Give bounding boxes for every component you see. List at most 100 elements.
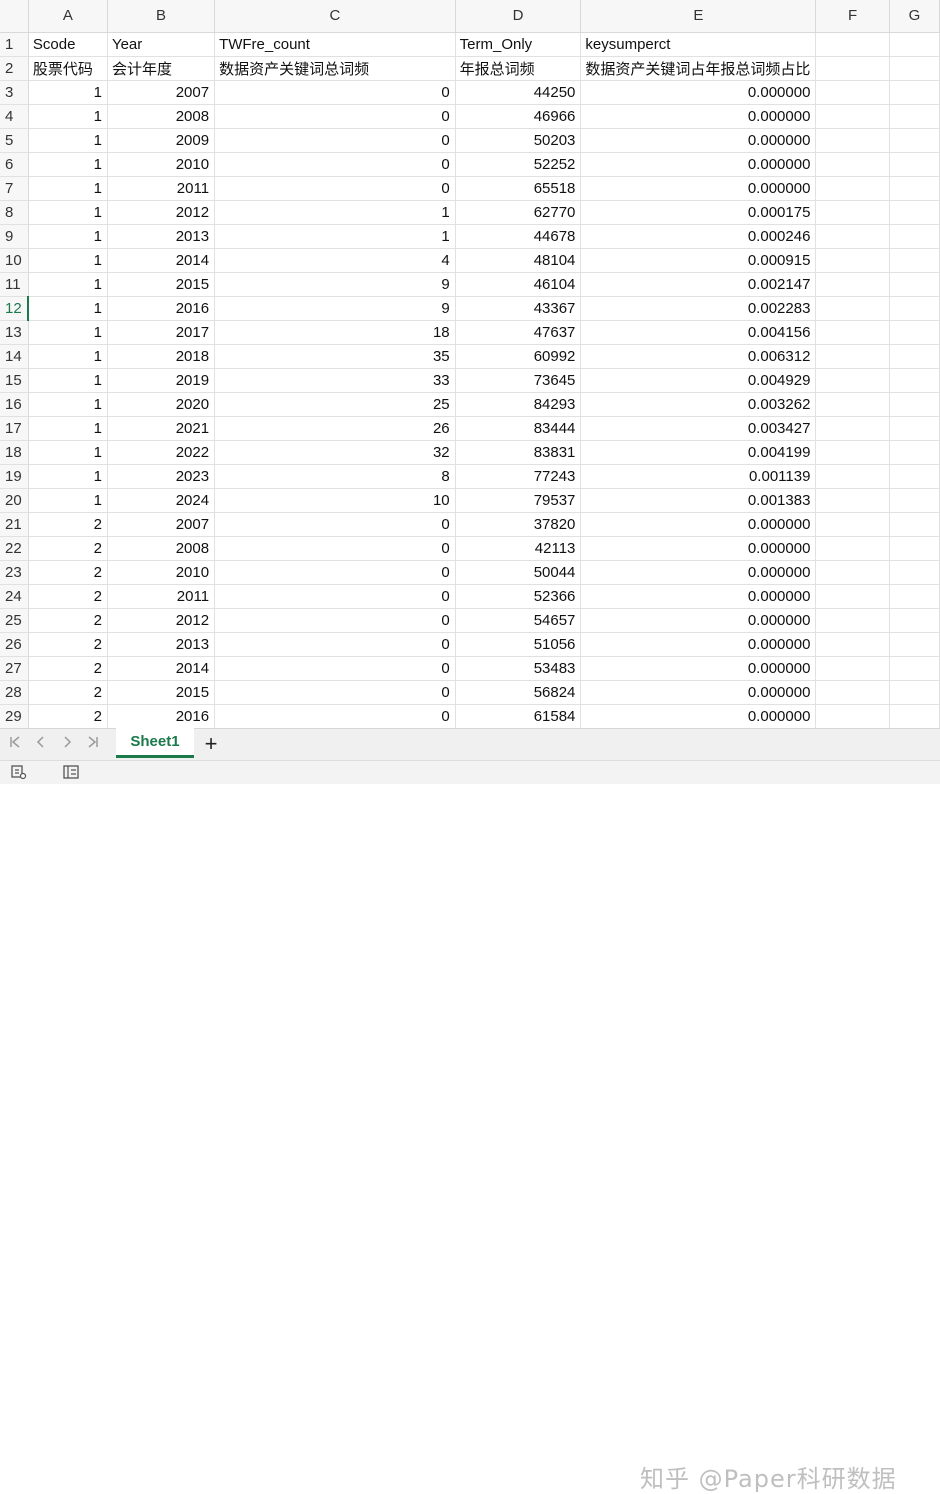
cell-f[interactable] bbox=[815, 224, 890, 249]
cell-e[interactable]: 0.001139 bbox=[580, 464, 817, 489]
row-header[interactable]: 19 bbox=[0, 464, 29, 489]
cell-b[interactable]: 2012 bbox=[107, 608, 216, 633]
row-header[interactable]: 2 bbox=[0, 56, 29, 81]
cell-g[interactable] bbox=[889, 344, 940, 369]
cell-b[interactable]: 2014 bbox=[107, 656, 216, 681]
cell-b[interactable]: 2016 bbox=[107, 704, 216, 728]
cell-b[interactable]: 2008 bbox=[107, 536, 216, 561]
cell-f[interactable] bbox=[815, 176, 890, 201]
cell-d[interactable]: 44250 bbox=[455, 80, 582, 105]
column-header-a[interactable]: A bbox=[28, 0, 108, 33]
cell-a[interactable]: 1 bbox=[28, 488, 108, 513]
row-header[interactable]: 20 bbox=[0, 488, 29, 513]
cell-b[interactable]: 2013 bbox=[107, 632, 216, 657]
row-header[interactable]: 16 bbox=[0, 392, 29, 417]
cell-a[interactable]: 1 bbox=[28, 200, 108, 225]
cell-f[interactable] bbox=[815, 632, 890, 657]
cell-a[interactable]: 1 bbox=[28, 368, 108, 393]
cell-g[interactable] bbox=[889, 368, 940, 393]
row-header[interactable]: 22 bbox=[0, 536, 29, 561]
cell-e[interactable]: keysumperct bbox=[580, 32, 817, 57]
cell-d[interactable]: 46104 bbox=[455, 272, 582, 297]
cell-e[interactable]: 0.003427 bbox=[580, 416, 817, 441]
cell-c[interactable]: 0 bbox=[214, 128, 456, 153]
cell-d[interactable]: 73645 bbox=[455, 368, 582, 393]
cell-b[interactable]: 2010 bbox=[107, 560, 216, 585]
row-header[interactable]: 10 bbox=[0, 248, 29, 273]
prev-sheet-icon[interactable] bbox=[32, 735, 50, 753]
column-header-g[interactable]: G bbox=[889, 0, 940, 33]
cell-f[interactable] bbox=[815, 56, 890, 81]
cell-c[interactable]: TWFre_count bbox=[214, 32, 456, 57]
cell-b[interactable]: 2012 bbox=[107, 200, 216, 225]
cell-g[interactable] bbox=[889, 512, 940, 537]
cell-e[interactable]: 0.004199 bbox=[580, 440, 817, 465]
cell-e[interactable]: 0.004929 bbox=[580, 368, 817, 393]
cell-c[interactable]: 9 bbox=[214, 296, 456, 321]
cell-f[interactable] bbox=[815, 416, 890, 441]
cell-d[interactable]: 47637 bbox=[455, 320, 582, 345]
cell-f[interactable] bbox=[815, 392, 890, 417]
row-header[interactable]: 5 bbox=[0, 128, 29, 153]
cell-g[interactable] bbox=[889, 704, 940, 728]
cell-a[interactable]: 1 bbox=[28, 320, 108, 345]
row-header[interactable]: 9 bbox=[0, 224, 29, 249]
cell-f[interactable] bbox=[815, 80, 890, 105]
cell-g[interactable] bbox=[889, 536, 940, 561]
cell-g[interactable] bbox=[889, 632, 940, 657]
cell-c[interactable]: 1 bbox=[214, 224, 456, 249]
cell-b[interactable]: 2021 bbox=[107, 416, 216, 441]
cell-b[interactable]: 2015 bbox=[107, 272, 216, 297]
cell-e[interactable]: 0.006312 bbox=[580, 344, 817, 369]
cell-c[interactable]: 18 bbox=[214, 320, 456, 345]
cell-f[interactable] bbox=[815, 560, 890, 585]
cell-f[interactable] bbox=[815, 200, 890, 225]
cell-c[interactable]: 4 bbox=[214, 248, 456, 273]
cell-d[interactable]: 37820 bbox=[455, 512, 582, 537]
cell-b[interactable]: 2017 bbox=[107, 320, 216, 345]
cell-a[interactable]: 2 bbox=[28, 680, 108, 705]
cell-c[interactable]: 35 bbox=[214, 344, 456, 369]
row-header[interactable]: 1 bbox=[0, 32, 29, 57]
cell-e[interactable]: 0.000000 bbox=[580, 536, 817, 561]
cell-b[interactable]: 2013 bbox=[107, 224, 216, 249]
cell-c[interactable]: 0 bbox=[214, 104, 456, 129]
cell-b[interactable]: 2009 bbox=[107, 128, 216, 153]
cell-a[interactable]: 2 bbox=[28, 608, 108, 633]
cell-a[interactable]: 1 bbox=[28, 152, 108, 177]
cell-c[interactable]: 1 bbox=[214, 200, 456, 225]
cell-b[interactable]: 2011 bbox=[107, 176, 216, 201]
cell-c[interactable]: 0 bbox=[214, 704, 456, 728]
next-sheet-icon[interactable] bbox=[58, 735, 76, 753]
cell-b[interactable]: Year bbox=[107, 32, 216, 57]
cell-b[interactable]: 2023 bbox=[107, 464, 216, 489]
cell-e[interactable]: 0.000000 bbox=[580, 608, 817, 633]
cell-a[interactable]: 1 bbox=[28, 104, 108, 129]
row-header[interactable]: 13 bbox=[0, 320, 29, 345]
column-header-b[interactable]: B bbox=[107, 0, 216, 33]
cell-g[interactable] bbox=[889, 104, 940, 129]
cell-d[interactable]: 43367 bbox=[455, 296, 582, 321]
cell-e[interactable]: 0.000000 bbox=[580, 152, 817, 177]
macro-record-icon[interactable] bbox=[10, 764, 28, 780]
cell-e[interactable]: 0.004156 bbox=[580, 320, 817, 345]
cell-f[interactable] bbox=[815, 344, 890, 369]
cell-f[interactable] bbox=[815, 296, 890, 321]
cell-f[interactable] bbox=[815, 488, 890, 513]
cell-e[interactable]: 0.000000 bbox=[580, 104, 817, 129]
cell-b[interactable]: 2020 bbox=[107, 392, 216, 417]
cell-d[interactable]: 51056 bbox=[455, 632, 582, 657]
cell-c[interactable]: 33 bbox=[214, 368, 456, 393]
row-header[interactable]: 18 bbox=[0, 440, 29, 465]
cell-d[interactable]: 42113 bbox=[455, 536, 582, 561]
cell-a[interactable]: 2 bbox=[28, 536, 108, 561]
cell-c[interactable]: 25 bbox=[214, 392, 456, 417]
cell-b[interactable]: 2018 bbox=[107, 344, 216, 369]
cell-f[interactable] bbox=[815, 656, 890, 681]
cell-b[interactable]: 2010 bbox=[107, 152, 216, 177]
cell-f[interactable] bbox=[815, 704, 890, 728]
cell-f[interactable] bbox=[815, 464, 890, 489]
cell-a[interactable]: 1 bbox=[28, 248, 108, 273]
cell-a[interactable]: 1 bbox=[28, 128, 108, 153]
cell-b[interactable]: 2019 bbox=[107, 368, 216, 393]
